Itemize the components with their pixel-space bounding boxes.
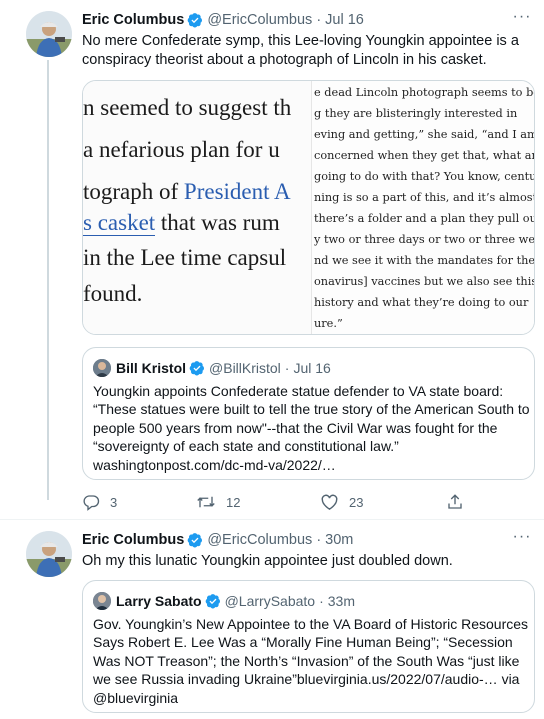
tweet-header: Eric Columbus @EricColumbus · 30m (82, 530, 353, 550)
tweet-text: No mere Confederate symp, this Lee-lovin… (82, 33, 519, 68)
retweet-count: 12 (226, 494, 241, 510)
tweet[interactable]: Eric Columbus @EricColumbus · Jul 16 ···… (0, 0, 544, 520)
author-name: Larry Sabato (116, 593, 202, 609)
quoted-tweet-text: Gov. Youngkin’s New Appointee to the VA … (93, 616, 529, 706)
excerpt-line: g they are blisteringly interested in (314, 107, 518, 120)
share-button[interactable] (446, 491, 464, 513)
like-count: 23 (349, 494, 364, 510)
quoted-tweet-header: Larry Sabato @LarrySabato · 33m (93, 591, 355, 611)
more-icon[interactable]: ··· (512, 9, 532, 30)
retweet-icon (197, 496, 215, 508)
verified-badge-icon (187, 533, 203, 548)
author-handle: @LarrySabato (224, 593, 316, 609)
excerpt-line: y two or three days or two or three wee (314, 233, 535, 246)
excerpt-line: in the Lee time capsul (83, 245, 287, 270)
excerpt-line: ning is so a part of this, and it’s almo… (314, 191, 535, 204)
excerpt-line: s casket that was rum (83, 210, 280, 236)
article-excerpt-small: e dead Lincoln photograph seems to be g … (311, 81, 535, 334)
thread-line (47, 60, 49, 500)
tweet-header: Eric Columbus @EricColumbus · Jul 16 (82, 10, 364, 30)
excerpt-line: concerned when they get that, what ar (314, 149, 535, 162)
verified-badge-icon (205, 594, 220, 609)
like-button[interactable]: 23 (320, 491, 363, 513)
avatar (93, 359, 111, 377)
reply-button[interactable]: 3 (82, 491, 117, 513)
timestamp: 33m (327, 593, 355, 609)
excerpt-line: tograph of President A (83, 179, 291, 204)
retweet-button[interactable]: 12 (196, 491, 240, 513)
reply-count: 3 (110, 494, 118, 510)
author-name[interactable]: Eric Columbus (82, 532, 184, 548)
separator: · (284, 360, 290, 376)
excerpt-line: a nefarious plan for u (83, 137, 280, 162)
like-icon (321, 494, 338, 510)
verified-badge-icon (187, 13, 203, 28)
excerpt-line: e dead Lincoln photograph seems to be (314, 86, 535, 99)
article-excerpt-large: n seemed to suggest th a nefarious plan … (83, 81, 311, 334)
author-name: Bill Kristol (116, 360, 187, 376)
excerpt-line: n seemed to suggest th (83, 95, 292, 120)
share-icon (448, 494, 462, 509)
quoted-tweet[interactable]: Larry Sabato @LarrySabato · 33m Gov. You… (82, 580, 535, 713)
avatar[interactable] (26, 531, 72, 577)
excerpt-line: there’s a folder and a plan they pull ou… (314, 212, 535, 225)
excerpt-line: history and what they’re doing to our (314, 296, 529, 309)
tweet-text: Oh my this lunatic Youngkin appointee ju… (82, 553, 453, 569)
excerpt-line: eving and getting,” she said, “and I am (314, 128, 535, 141)
timestamp: Jul 16 (293, 360, 331, 376)
excerpt-line: onavirus] vaccines but we also see this (314, 275, 535, 288)
excerpt-line: ure.” (314, 317, 343, 330)
author-handle[interactable]: @EricColumbus (207, 532, 312, 548)
author-handle: @BillKristol (209, 360, 281, 376)
tweet-media-image[interactable]: n seemed to suggest th a nefarious plan … (82, 80, 535, 335)
tweet[interactable]: Eric Columbus @EricColumbus · 30m ··· Oh… (0, 520, 544, 719)
quoted-tweet[interactable]: Bill Kristol @BillKristol · Jul 16 Young… (82, 347, 535, 480)
quoted-tweet-header: Bill Kristol @BillKristol · Jul 16 (93, 358, 331, 378)
tweet-actions: 3 12 23 (82, 491, 482, 513)
excerpt-line: going to do with that? You know, centu (314, 170, 535, 183)
verified-badge-icon (189, 361, 205, 376)
avatar[interactable] (26, 11, 72, 57)
timestamp[interactable]: 30m (325, 532, 353, 548)
excerpt-line: found. (83, 281, 143, 306)
author-name[interactable]: Eric Columbus (82, 12, 184, 28)
excerpt-line: nd we see it with the mandates for the (314, 254, 535, 267)
reply-icon (83, 495, 100, 511)
more-icon[interactable]: ··· (512, 529, 532, 550)
separator: · (319, 593, 324, 609)
quoted-tweet-text: Youngkin appoints Confederate statue def… (93, 383, 530, 473)
timestamp[interactable]: Jul 16 (325, 12, 364, 28)
separator: · (316, 532, 322, 548)
author-handle[interactable]: @EricColumbus (207, 12, 312, 28)
avatar (93, 592, 111, 610)
separator: · (316, 12, 322, 28)
